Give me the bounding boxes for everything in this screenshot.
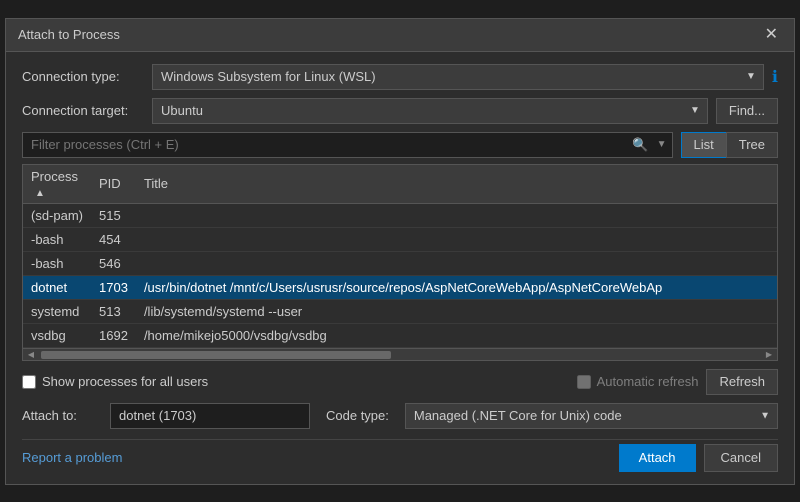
auto-refresh-wrapper: Automatic refresh — [577, 374, 699, 389]
title-cell — [136, 203, 777, 227]
refresh-button[interactable]: Refresh — [706, 369, 778, 395]
title-cell — [136, 251, 777, 275]
attach-to-label: Attach to: — [22, 408, 102, 423]
pid-cell: 513 — [91, 299, 136, 323]
process-cell: vsdbg — [23, 323, 91, 347]
list-view-button[interactable]: List — [681, 132, 726, 158]
process-column-header[interactable]: Process ▲ — [23, 165, 91, 204]
connection-type-row: Connection type: Windows Subsystem for L… — [22, 64, 778, 90]
title-cell: /usr/bin/dotnet /mnt/c/Users/usrusr/sour… — [136, 275, 777, 299]
title-bar: Attach to Process ✕ — [6, 19, 794, 52]
table-row[interactable]: -bash454 — [23, 227, 777, 251]
filter-input-wrapper: 🔍 ▼ — [22, 132, 673, 158]
show-all-users-checkbox[interactable] — [22, 375, 36, 389]
process-table-scroll[interactable]: Process ▲ PID Title (sd-pam)515- — [23, 165, 777, 348]
auto-refresh-text: Automatic refresh — [597, 374, 699, 389]
table-header-row: Process ▲ PID Title — [23, 165, 777, 204]
connection-type-label: Connection type: — [22, 69, 152, 84]
scroll-left-arrow[interactable]: ◀ — [23, 349, 39, 360]
footer-buttons: Attach Cancel — [619, 444, 778, 472]
pid-cell: 1692 — [91, 323, 136, 347]
title-column-header[interactable]: Title — [136, 165, 777, 204]
connection-type-select[interactable]: Windows Subsystem for Linux (WSL)LocalRe… — [152, 64, 764, 90]
connection-target-label: Connection target: — [22, 103, 152, 118]
table-row[interactable]: systemd513/lib/systemd/systemd --user — [23, 299, 777, 323]
filter-dropdown-arrow-icon[interactable]: ▼ — [657, 139, 667, 150]
horizontal-scrollbar[interactable]: ◀ ▶ — [23, 348, 777, 360]
view-buttons: List Tree — [681, 132, 778, 158]
pid-cell: 546 — [91, 251, 136, 275]
connection-target-wrapper: Ubuntu ▼ — [152, 98, 708, 124]
attach-to-input[interactable] — [110, 403, 310, 429]
code-type-select[interactable]: Managed (.NET Core for Unix) codeNative … — [405, 403, 778, 429]
connection-target-row: Connection target: Ubuntu ▼ Find... — [22, 98, 778, 124]
tree-view-button[interactable]: Tree — [726, 132, 778, 158]
table-row[interactable]: dotnet1703/usr/bin/dotnet /mnt/c/Users/u… — [23, 275, 777, 299]
show-all-users-text: Show processes for all users — [42, 374, 208, 389]
table-row[interactable]: vsdbg1692/home/mikejo5000/vsdbg/vsdbg — [23, 323, 777, 347]
table-row[interactable]: -bash546 — [23, 251, 777, 275]
connection-type-wrapper: Windows Subsystem for Linux (WSL)LocalRe… — [152, 64, 764, 90]
filter-row: 🔍 ▼ List Tree — [22, 132, 778, 158]
right-controls: Automatic refresh Refresh — [577, 369, 778, 395]
process-cell: (sd-pam) — [23, 203, 91, 227]
code-type-wrapper: Managed (.NET Core for Unix) codeNative … — [405, 403, 778, 429]
title-cell: /lib/systemd/systemd --user — [136, 299, 777, 323]
pid-cell: 515 — [91, 203, 136, 227]
code-type-label: Code type: — [326, 408, 389, 423]
pid-column-header[interactable]: PID — [91, 165, 136, 204]
process-cell: dotnet — [23, 275, 91, 299]
dialog-title: Attach to Process — [18, 27, 120, 42]
table-row[interactable]: (sd-pam)515 — [23, 203, 777, 227]
show-all-users-label[interactable]: Show processes for all users — [22, 374, 208, 389]
auto-refresh-checkbox[interactable] — [577, 375, 591, 389]
process-table: Process ▲ PID Title (sd-pam)515- — [23, 165, 777, 348]
close-button[interactable]: ✕ — [761, 27, 782, 43]
scroll-right-arrow[interactable]: ▶ — [761, 349, 777, 360]
process-cell: systemd — [23, 299, 91, 323]
report-problem-link[interactable]: Report a problem — [22, 450, 122, 465]
pid-cell: 1703 — [91, 275, 136, 299]
connection-target-select[interactable]: Ubuntu — [152, 98, 708, 124]
process-table-container: Process ▲ PID Title (sd-pam)515- — [22, 164, 778, 361]
bottom-controls: Show processes for all users Automatic r… — [22, 361, 778, 403]
attach-to-row: Attach to: Code type: Managed (.NET Core… — [22, 403, 778, 429]
scrollbar-thumb[interactable] — [41, 351, 391, 359]
footer-row: Report a problem Attach Cancel — [22, 439, 778, 472]
process-cell: -bash — [23, 227, 91, 251]
cancel-button[interactable]: Cancel — [704, 444, 778, 472]
sort-indicator: ▲ — [35, 188, 45, 199]
pid-cell: 454 — [91, 227, 136, 251]
attach-button[interactable]: Attach — [619, 444, 696, 472]
info-icon[interactable]: ℹ — [772, 67, 778, 87]
title-cell: /home/mikejo5000/vsdbg/vsdbg — [136, 323, 777, 347]
attach-to-process-dialog: Attach to Process ✕ Connection type: Win… — [5, 18, 795, 485]
dialog-content: Connection type: Windows Subsystem for L… — [6, 52, 794, 484]
find-button[interactable]: Find... — [716, 98, 778, 124]
title-cell — [136, 227, 777, 251]
filter-input[interactable] — [22, 132, 673, 158]
process-cell: -bash — [23, 251, 91, 275]
